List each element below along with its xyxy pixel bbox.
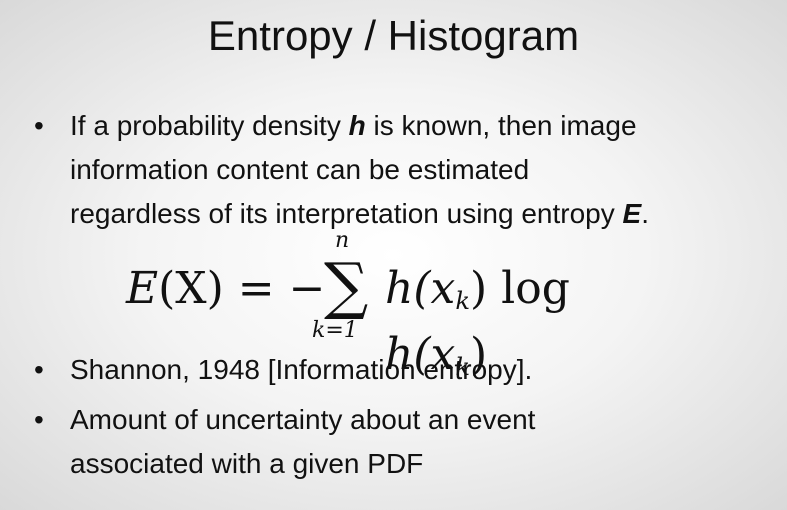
bullet-line-1: Amount of uncertainty about an event xyxy=(70,404,536,435)
bullet-line-2: associated with a given PDF xyxy=(70,448,424,479)
bullet-dot: • xyxy=(34,404,44,435)
symbol-E: E xyxy=(622,198,642,229)
formula-E: E xyxy=(126,263,159,314)
bullet-line-2: information content can be estimated xyxy=(70,154,530,185)
text-part: is known, then image xyxy=(365,110,637,141)
entropy-formula: E(X) = − n ∑ k=1 h(xk) log h(xk) xyxy=(120,228,680,381)
bullet-dot: • xyxy=(34,110,44,141)
formula-x1: (x xyxy=(413,263,456,314)
bullet-dot: • xyxy=(34,354,44,385)
formula-k1: k xyxy=(455,287,470,316)
slide-title: Entropy / Histogram xyxy=(207,12,580,59)
text-part: . xyxy=(641,198,649,229)
formula-h1: h xyxy=(385,263,414,314)
symbol-h: h xyxy=(348,110,366,141)
formula-log: ) log xyxy=(470,263,570,314)
sum-symbol: ∑ xyxy=(324,249,369,322)
bullet-line-1: If a probability density h is known, the… xyxy=(70,104,649,148)
text-part: regardless of its interpretation using e… xyxy=(70,198,623,229)
sum-lower-limit: k=1 xyxy=(312,318,358,343)
sum-lower-text: k=1 xyxy=(312,318,358,343)
formula-lhs: E(X) = − xyxy=(126,262,326,316)
text-part: If a probability density xyxy=(70,110,349,141)
bullet-text: Amount of uncertainty about an event ass… xyxy=(70,398,535,486)
bullet-text: If a probability density h is known, the… xyxy=(70,104,649,236)
bullet-text: Shannon, 1948 [Information entropy]. xyxy=(70,354,533,385)
formula-lhs-rest: (X) = − xyxy=(158,263,326,314)
